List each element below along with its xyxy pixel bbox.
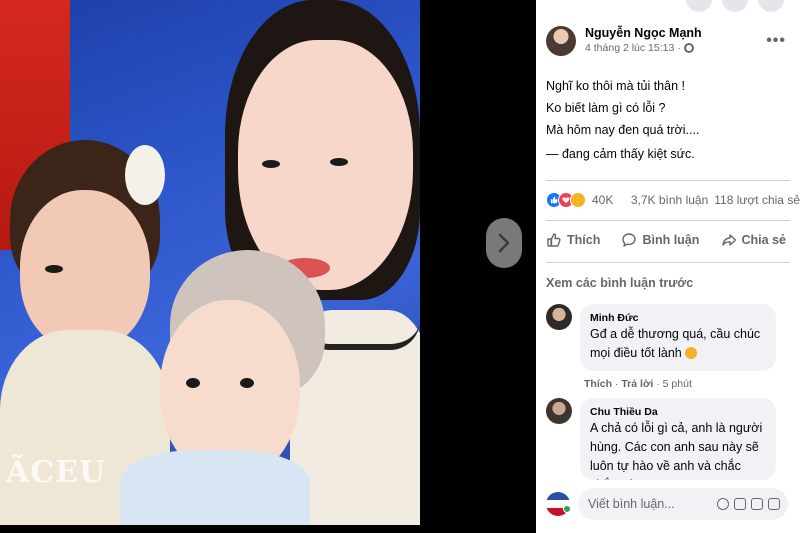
share-count[interactable]: 118 lượt chia sẻ [714,193,800,207]
composer-icons [717,498,780,510]
comment-avatar[interactable] [546,304,572,330]
author-avatar[interactable] [546,26,576,56]
photo-girl-face [20,190,150,350]
photo-viewer: ÃCEU [0,0,536,533]
share-icon [721,234,736,246]
reactions-row: 40K 3,7K bình luận 118 lượt chia sẻ [546,192,800,208]
reaction-count[interactable]: 40K [592,193,613,207]
chevron-right-icon [498,233,510,253]
post-photo[interactable]: ÃCEU [0,0,420,525]
post-meta: 4 tháng 2 lúc 15:13 · [585,41,702,55]
camera-icon[interactable] [734,498,746,510]
comment-like-link[interactable]: Thích [584,378,612,390]
comment-bubble: Minh Đức Gđ a dễ thương quá, cầu chúc mọ… [580,304,776,371]
photo-eye [262,160,280,168]
like-label: Thích [567,233,601,247]
comment-bubble: Chu Thiều Da A chả có lỗi gì cả, anh là … [580,398,776,480]
top-controls [686,0,784,12]
divider [546,180,790,181]
engagement-counts: 3,7K bình luận 118 lượt chia sẻ [631,193,800,207]
post-actions: Thích Bình luận Chia sẻ [546,232,800,248]
blush-emoji-icon [684,347,697,359]
top-control-button[interactable] [758,0,784,12]
share-label: Chia sẻ [741,233,786,247]
post-line: Mà hôm nay đen quá trời.... [546,123,700,137]
comment-button[interactable]: Bình luận [621,232,699,248]
share-button[interactable]: Chia sẻ [721,232,786,248]
comment-item: Chu Thiều Da A chả có lỗi gì cả, anh là … [546,398,776,480]
photo-baby-body [120,450,310,525]
reaction-icons[interactable] [546,192,586,208]
meta-dot: · [614,378,619,390]
post-header: Nguyễn Ngọc Mạnh 4 tháng 2 lúc 15:13 · [546,26,702,56]
top-control-button[interactable] [686,0,712,12]
comment-item: Minh Đức Gđ a dễ thương quá, cầu chúc mọ… [546,304,776,371]
view-previous-comments-link[interactable]: Xem các bình luận trước [546,276,693,290]
sticker-icon[interactable] [768,498,780,510]
photo-watermark: ÃCEU [6,455,107,490]
post-sidebar: Nguyễn Ngọc Mạnh 4 tháng 2 lúc 15:13 · •… [536,0,800,533]
comment-text-content: Gđ a dễ thương quá, cầu chúc mọi điều tố… [590,327,761,360]
post-feeling: — đang cảm thấy kiệt sức. [546,147,695,161]
comment-author[interactable]: Minh Đức [590,311,766,325]
comment-reply-link[interactable]: Trả lời [621,378,653,390]
meta-dot: · [677,42,681,54]
emoji-icon[interactable] [717,498,729,510]
comment-author[interactable]: Chu Thiều Da [590,405,766,419]
comment-input-placeholder: Viết bình luận... [588,497,675,511]
meta-dot: · [656,378,660,390]
post-timestamp[interactable]: 4 tháng 2 lúc 15:13 [585,41,674,55]
top-control-button[interactable] [722,0,748,12]
divider [546,262,790,263]
comment-icon [622,233,637,247]
thumbs-up-icon [547,233,561,247]
photo-eye [330,158,348,166]
gif-icon[interactable] [751,498,763,510]
post-text: Nghĩ ko thôi mà tủi thân ! Ko biết làm g… [546,75,786,165]
divider [546,220,790,221]
comment-avatar[interactable] [546,398,572,424]
photo-eye [240,378,254,388]
comment-input[interactable]: Viết bình luận... [578,488,788,520]
like-button[interactable]: Thích [546,232,600,248]
photo-eye [45,265,63,273]
post-line: Nghĩ ko thôi mà tủi thân ! [546,79,685,93]
care-reaction-icon [570,192,586,208]
next-photo-button[interactable] [486,218,522,268]
post-line: Ko biết làm gì có lỗi ? [546,101,666,115]
comment-composer: Viết bình luận... [546,488,800,520]
comment-text: A chả có lỗi gì cả, anh là người hùng. C… [590,421,763,480]
comment-actions: Thích · Trả lời · 5 phút [584,378,692,390]
author-name[interactable]: Nguyễn Ngọc Mạnh [585,26,702,41]
globe-icon [683,43,694,53]
comment-label: Bình luận [642,233,700,247]
comment-text: Gđ a dễ thương quá, cầu chúc mọi điều tố… [590,325,766,363]
author-block: Nguyễn Ngọc Mạnh 4 tháng 2 lúc 15:13 · [585,26,702,55]
photo-bow [125,145,165,205]
comment-time[interactable]: 5 phút [663,378,692,390]
more-horizontal-icon[interactable]: ••• [766,32,786,50]
comment-count[interactable]: 3,7K bình luận [631,193,708,207]
photo-eye [186,378,200,388]
online-status-icon [563,505,571,513]
